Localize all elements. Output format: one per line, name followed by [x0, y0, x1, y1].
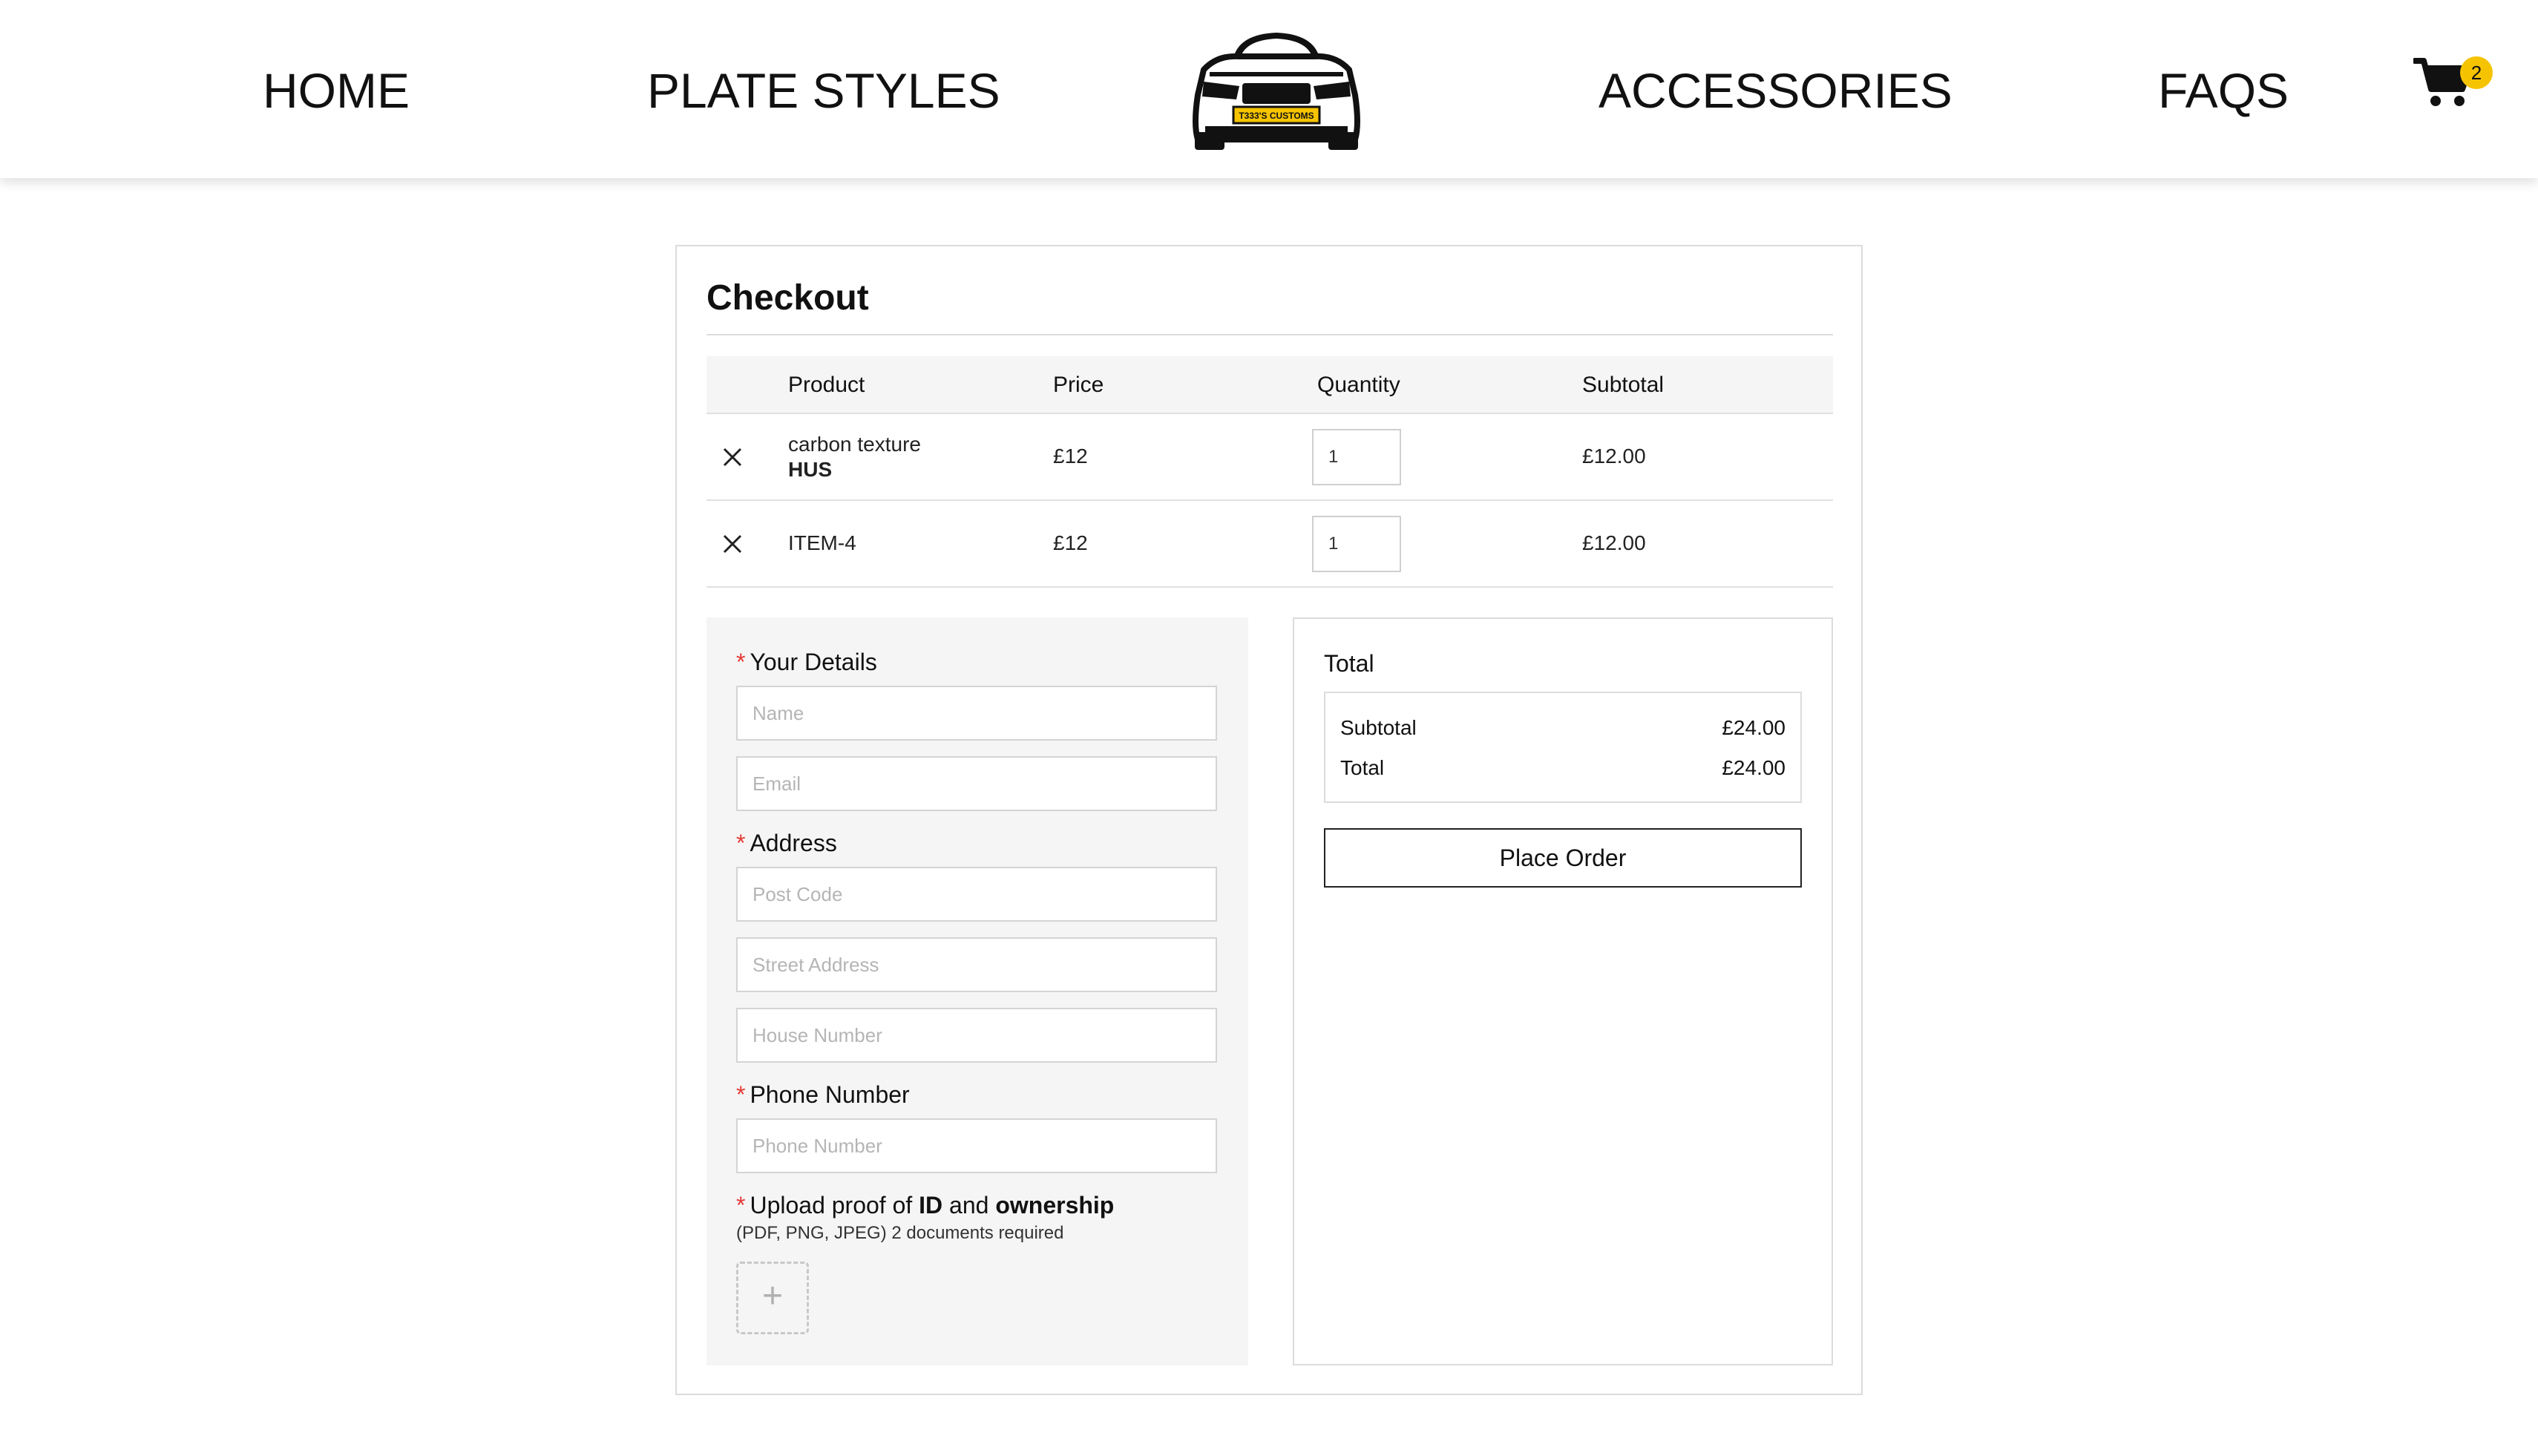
table-header: Product Price Quantity Subtotal: [706, 356, 1833, 414]
street-address-field[interactable]: [736, 937, 1217, 992]
product-variant: HUS: [788, 458, 833, 481]
upload-and-text: and: [949, 1192, 989, 1219]
column-product: Product: [788, 373, 865, 397]
total-value: £24.00: [1722, 756, 1786, 779]
nav-faqs[interactable]: FAQS: [2158, 61, 2289, 120]
upload-ownership-text: ownership: [995, 1192, 1115, 1219]
cart-count-badge: 2: [2460, 56, 2493, 89]
phone-field[interactable]: [736, 1118, 1217, 1173]
logo-plate-text: T333'S CUSTOMS: [1239, 111, 1314, 121]
remove-item-icon[interactable]: [721, 446, 744, 468]
upload-hint: (PDF, PNG, JPEG) 2 documents required: [736, 1223, 1064, 1243]
quantity-input[interactable]: [1312, 429, 1401, 485]
order-summary: Subtotal £24.00 Total £24.00: [1324, 692, 1802, 803]
product-price: £12: [1053, 445, 1088, 468]
email-field[interactable]: [736, 756, 1217, 811]
column-price: Price: [1053, 373, 1104, 397]
total-label: Total: [1340, 756, 1385, 779]
required-mark: *: [736, 1192, 746, 1219]
your-details-label: * Your Details: [736, 647, 877, 677]
phone-text: Phone Number: [750, 1081, 910, 1108]
column-quantity: Quantity: [1317, 373, 1400, 397]
site-header: HOME PLATE STYLES T333'S CUSTOMS ACCESSO…: [0, 0, 2538, 178]
details-form: *Your Details *Address *Phone Number *Up…: [706, 617, 1248, 1365]
required-mark: *: [736, 1081, 746, 1108]
address-text: Address: [750, 830, 837, 856]
postcode-field[interactable]: [736, 867, 1217, 922]
column-subtotal: Subtotal: [1582, 373, 1665, 397]
phone-label: * Phone Number: [736, 1080, 910, 1109]
upload-id-text: ID: [919, 1192, 943, 1219]
product-name: carbon texture: [788, 433, 921, 456]
product-subtotal: £12.00: [1582, 445, 1646, 468]
page-title: Checkout: [706, 278, 869, 318]
upload-button[interactable]: +: [736, 1262, 809, 1334]
cart-table: Product Price Quantity Subtotal carbon t…: [706, 356, 1833, 588]
order-total-panel: Total Subtotal £24.00 Total £24.00 Place…: [1293, 617, 1833, 1365]
quantity-input[interactable]: [1312, 516, 1401, 572]
required-mark: *: [736, 830, 746, 856]
name-field[interactable]: [736, 686, 1217, 741]
remove-item-icon[interactable]: [721, 533, 744, 555]
product-name: ITEM-4: [788, 531, 856, 554]
checkout-card: Checkout Product Price Quantity Subtotal…: [675, 245, 1863, 1395]
divider: [706, 334, 1833, 335]
subtotal-label: Subtotal: [1340, 716, 1417, 739]
your-details-text: Your Details: [750, 649, 877, 675]
total-heading: Total: [1324, 650, 1374, 677]
house-number-field[interactable]: [736, 1008, 1217, 1063]
nav-plate-styles[interactable]: PLATE STYLES: [647, 61, 1000, 120]
place-order-button[interactable]: Place Order: [1324, 828, 1802, 888]
required-mark: *: [736, 649, 746, 675]
car-logo-icon: T333'S CUSTOMS: [1193, 33, 1360, 150]
table-row: carbon texture HUS £12 £12.00: [706, 414, 1833, 501]
nav-accessories[interactable]: ACCESSORIES: [1598, 61, 1952, 120]
plus-icon: +: [761, 1276, 784, 1316]
subtotal-value: £24.00: [1722, 716, 1786, 739]
table-row: ITEM-4 £12 £12.00: [706, 501, 1833, 588]
product-price: £12: [1053, 531, 1088, 554]
upload-label: * Upload proof of ID and ownership: [736, 1190, 1114, 1220]
car-logo[interactable]: T333'S CUSTOMS: [1187, 28, 1365, 153]
nav-home[interactable]: HOME: [263, 61, 410, 120]
product-subtotal: £12.00: [1582, 531, 1646, 554]
upload-prefix: Upload proof of: [750, 1192, 913, 1219]
address-label: * Address: [736, 828, 837, 858]
